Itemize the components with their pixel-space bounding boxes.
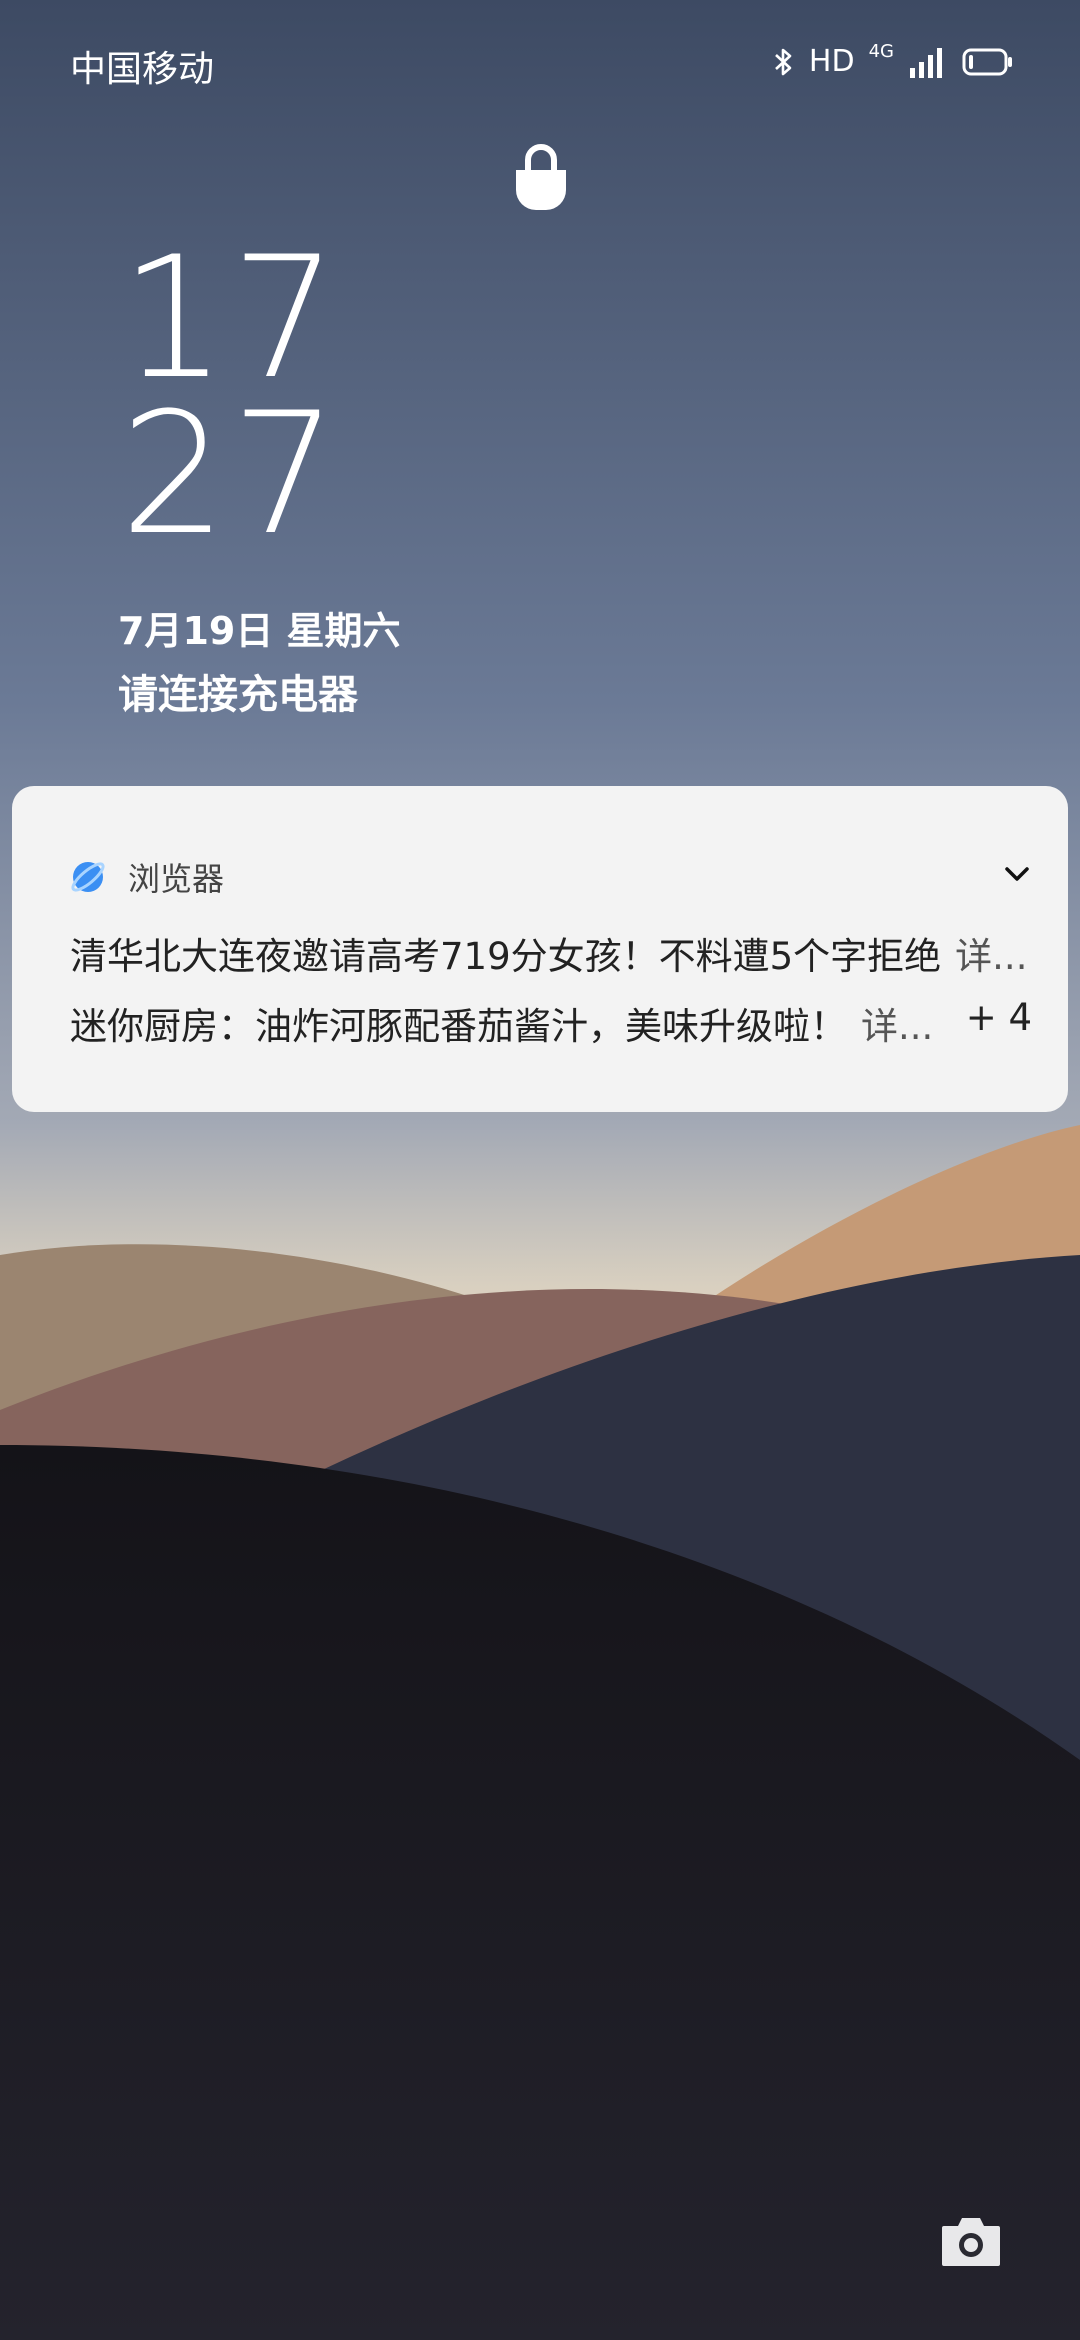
clock-hour: 17 — [120, 220, 342, 416]
carrier-label: 中国移动 — [70, 49, 215, 90]
status-bar: 中国移动 HD 4G — [0, 0, 1080, 130]
charging-hint: 请连接充电器 — [118, 672, 358, 718]
notification-message[interactable]: 清华北大连夜邀请高考719分女孩！不料遭5个字拒绝 详... — [70, 926, 1060, 980]
date-label: 7月19日 星期六 — [118, 609, 401, 653]
battery-icon — [962, 48, 1012, 75]
hd-label: HD — [808, 44, 855, 79]
notification-message-title: 迷你厨房：油炸河豚配番茄酱汁，美味升级啦！ — [70, 1005, 847, 1048]
signal-icon — [910, 47, 942, 78]
browser-icon — [71, 862, 105, 892]
notification-more-count[interactable]: + 4 — [966, 996, 1032, 1039]
notification-card[interactable]: 浏览器 清华北大连夜邀请高考719分女孩！不料遭5个字拒绝 详... 迷你厨房：油… — [12, 786, 1068, 1112]
notification-app-name: 浏览器 — [128, 860, 225, 898]
notification-message-more: 详... — [861, 1005, 934, 1048]
status-icons: HD 4G — [773, 40, 1014, 79]
clock: 17 27 — [120, 220, 342, 572]
camera-icon[interactable] — [940, 2212, 1002, 2270]
notification-message-more: 详... — [955, 935, 1028, 978]
notification-message[interactable]: 迷你厨房：油炸河豚配番茄酱汁，美味升级啦！ 详... — [70, 996, 1060, 1050]
notification-header: 浏览器 — [70, 854, 224, 900]
lock-icon[interactable] — [514, 142, 568, 212]
notification-message-title: 清华北大连夜邀请高考719分女孩！不料遭5个字拒绝 — [70, 935, 942, 978]
clock-minute: 27 — [120, 376, 342, 572]
network-type-label: 4G — [868, 40, 894, 62]
bluetooth-icon — [775, 48, 792, 75]
chevron-down-icon[interactable] — [1004, 864, 1030, 884]
